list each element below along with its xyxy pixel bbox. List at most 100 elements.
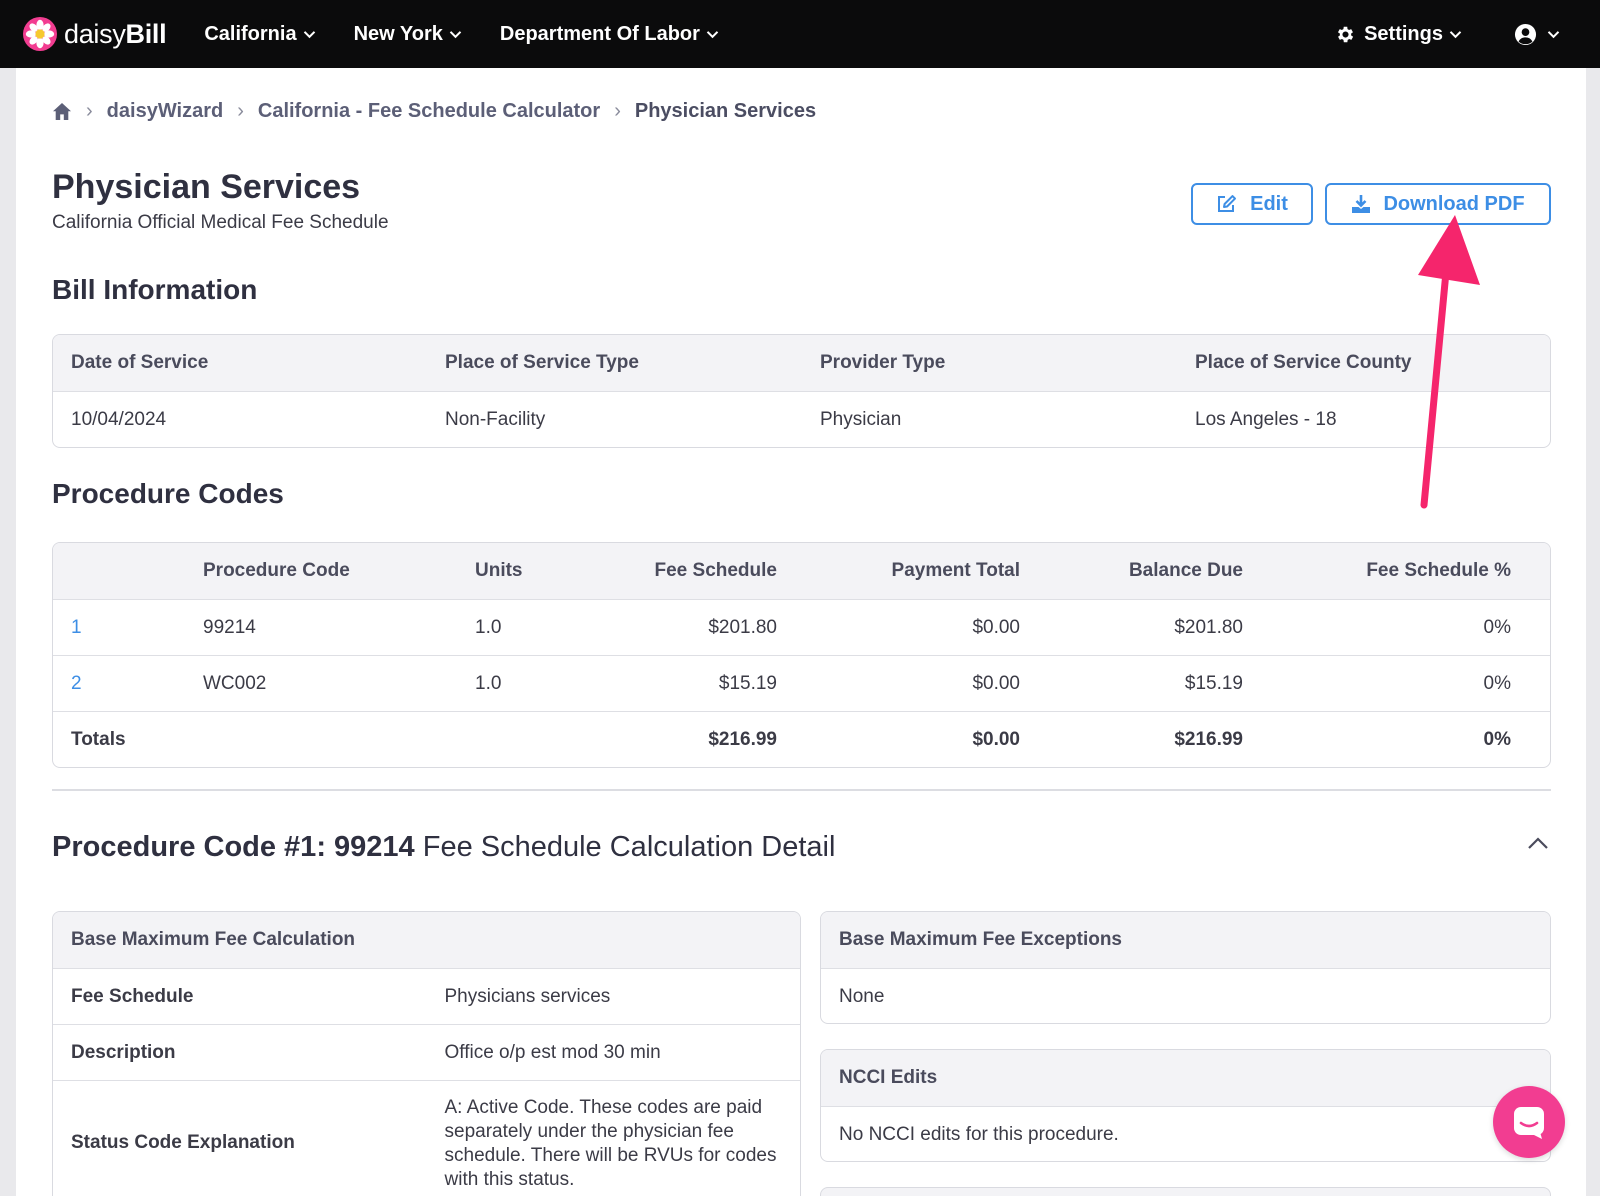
next-section-table — [820, 1187, 1551, 1196]
download-icon — [1352, 195, 1371, 213]
nav-settings[interactable]: Settings — [1335, 23, 1462, 46]
header-provider-type: Provider Type — [820, 352, 946, 373]
breadcrumb-current: Physician Services — [634, 100, 817, 122]
exceptions-value: None — [839, 985, 885, 1007]
header-place-of-service-type: Place of Service Type — [445, 352, 639, 373]
user-circle-icon — [1514, 23, 1537, 45]
download-pdf-label: Download PDF — [1383, 192, 1525, 215]
edit-button[interactable]: Edit — [1191, 183, 1313, 225]
edit-button-label: Edit — [1250, 192, 1288, 215]
fee-schedule-percent-cell: 0% — [1483, 672, 1511, 694]
fee-schedule-cell: $201.80 — [708, 616, 777, 638]
daisy-logo-icon — [23, 17, 57, 51]
header-date-of-service: Date of Service — [71, 352, 209, 373]
chevron-down-icon — [303, 30, 315, 38]
header-balance-due: Balance Due — [1128, 560, 1243, 581]
totals-fee-schedule: $216.99 — [708, 728, 777, 750]
download-pdf-button[interactable]: Download PDF — [1325, 183, 1551, 225]
procedure-link-1[interactable]: 1 — [53, 617, 185, 639]
table-row: 10/04/2024 Non-Facility Physician Los An… — [53, 391, 1550, 447]
nav-right: Settings — [1335, 23, 1560, 46]
chevron-right-icon: › — [86, 100, 93, 122]
exceptions-heading: Base Maximum Fee Exceptions — [839, 929, 1122, 950]
nav-california[interactable]: California — [204, 23, 315, 46]
user-menu[interactable] — [1514, 23, 1560, 46]
nav-department-of-labor[interactable]: Department Of Labor — [500, 23, 719, 46]
table-header-row: Procedure Code Units Fee Schedule Paymen… — [53, 543, 1550, 599]
calculation-detail-title: Procedure Code #1: 99214 Fee Schedule Ca… — [52, 831, 835, 864]
status-code-explanation-label: Status Code Explanation — [71, 1132, 295, 1153]
chevron-down-icon — [706, 30, 719, 38]
bill-information-table: Date of Service Place of Service Type Pr… — [52, 334, 1551, 448]
chat-icon — [1514, 1107, 1544, 1139]
chevron-right-icon: › — [614, 100, 621, 122]
procedure-codes-table: Procedure Code Units Fee Schedule Paymen… — [52, 542, 1551, 768]
table-row: Fee Schedule Physicians services — [53, 968, 800, 1024]
payment-total-cell: $0.00 — [972, 672, 1020, 694]
page-title: Physician Services — [52, 168, 361, 206]
date-of-service-value: 10/04/2024 — [71, 408, 167, 430]
table-row: No NCCI edits for this procedure. — [821, 1106, 1550, 1161]
bill-information-heading: Bill Information — [52, 274, 258, 305]
fee-schedule-label: Fee Schedule — [71, 985, 194, 1007]
breadcrumb-fee-schedule-calculator[interactable]: California - Fee Schedule Calculator — [258, 100, 600, 123]
balance-due-cell: $15.19 — [1184, 672, 1243, 694]
header-procedure-code: Procedure Code — [203, 560, 350, 581]
procedure-link-2[interactable]: 2 — [53, 673, 185, 695]
header-place-of-service-county: Place of Service County — [1195, 352, 1412, 373]
page-subtitle: California Official Medical Fee Schedule — [52, 212, 389, 233]
fee-schedule-percent-cell: 0% — [1483, 616, 1511, 638]
table-header-row: Base Maximum Fee Calculation — [53, 912, 800, 968]
table-row: Status Code Explanation A: Active Code. … — [53, 1080, 800, 1196]
payment-total-cell: $0.00 — [972, 616, 1020, 638]
brand-name: daisyBill — [64, 18, 167, 49]
nav-california-label: California — [204, 22, 297, 45]
procedure-code-cell: WC002 — [203, 672, 267, 694]
chat-widget-button[interactable] — [1493, 1086, 1565, 1158]
totals-fee-schedule-percent: 0% — [1483, 728, 1511, 750]
edit-icon — [1218, 195, 1237, 212]
base-calc-heading: Base Maximum Fee Calculation — [71, 929, 356, 950]
header-fee-schedule: Fee Schedule — [654, 560, 778, 581]
calculation-detail-title-code: Procedure Code #1: 99214 — [52, 831, 415, 863]
brand-logo[interactable]: daisyBill — [22, 16, 167, 52]
chevron-down-icon — [1547, 30, 1560, 38]
header-fee-schedule-percent: Fee Schedule % — [1366, 560, 1511, 581]
chevron-down-icon — [1449, 30, 1462, 38]
breadcrumb: › daisyWizard › California - Fee Schedul… — [52, 100, 816, 123]
calculation-detail-title-rest: Fee Schedule Calculation Detail — [414, 831, 836, 863]
chevron-down-icon — [449, 30, 462, 38]
header-units: Units — [475, 560, 523, 581]
description-value: Office o/p est mod 30 min — [444, 1041, 661, 1063]
home-icon[interactable] — [52, 102, 72, 121]
nav-new-york-label: New York — [353, 22, 443, 45]
table-row: 1 99214 1.0 $201.80 $0.00 $201.80 0% — [53, 599, 1550, 655]
units-cell: 1.0 — [475, 672, 502, 694]
description-label: Description — [71, 1041, 176, 1063]
breadcrumb-daisywizard[interactable]: daisyWizard — [107, 100, 224, 123]
top-navbar: daisyBill California New York Department… — [0, 0, 1600, 68]
main-panel: › daisyWizard › California - Fee Schedul… — [16, 68, 1586, 1196]
table-header-row: NCCI Edits — [821, 1050, 1550, 1106]
table-row: Description Office o/p est mod 30 min — [53, 1024, 800, 1080]
nav-department-of-labor-label: Department Of Labor — [499, 22, 700, 45]
table-row: None — [821, 968, 1550, 1023]
balance-due-cell: $201.80 — [1174, 616, 1243, 638]
totals-balance-due: $216.99 — [1174, 728, 1243, 750]
provider-type-value: Physician — [820, 408, 902, 430]
procedure-codes-heading: Procedure Codes — [52, 478, 284, 509]
status-code-explanation-value: A: Active Code. These codes are paid sep… — [444, 1097, 777, 1190]
ncci-value: No NCCI edits for this procedure. — [839, 1123, 1119, 1145]
nav-new-york[interactable]: New York — [354, 23, 462, 46]
base-maximum-fee-calculation-table: Base Maximum Fee Calculation Fee Schedul… — [52, 911, 801, 1196]
fee-schedule-value: Physicians services — [444, 985, 611, 1007]
table-header-row: Date of Service Place of Service Type Pr… — [53, 335, 1550, 391]
chevron-right-icon: › — [237, 100, 244, 122]
totals-label: Totals — [71, 728, 126, 750]
ncci-edits-table: NCCI Edits No NCCI edits for this proced… — [820, 1049, 1551, 1162]
table-row: 2 WC002 1.0 $15.19 $0.00 $15.19 0% — [53, 655, 1550, 711]
section-divider — [52, 789, 1551, 791]
gear-icon — [1338, 26, 1354, 42]
ncci-heading: NCCI Edits — [839, 1067, 938, 1088]
chevron-up-icon[interactable] — [1527, 836, 1549, 850]
